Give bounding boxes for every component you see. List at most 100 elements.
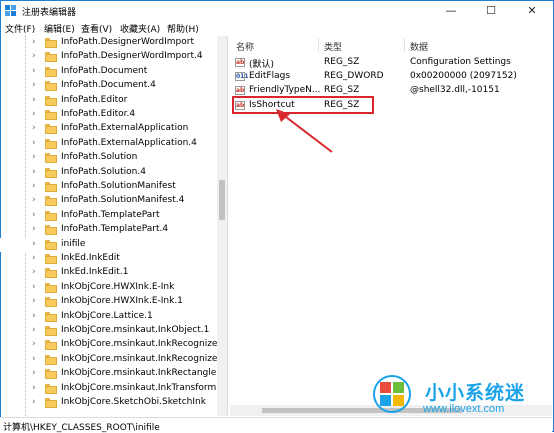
menu-edit[interactable]: 编辑(E) [44, 22, 75, 35]
tree-item[interactable]: › InfoPath.Solution.4 [0, 166, 217, 180]
menu-view[interactable]: 查看(V) [81, 22, 112, 35]
folder-icon [45, 110, 57, 120]
folder-icon [45, 297, 57, 308]
watermark-url: www.ilovext.com [423, 403, 505, 415]
tree-item-label: InfoPath.ExternalApplication.4 [61, 137, 197, 148]
menu-help[interactable]: 帮助(H) [167, 22, 199, 35]
chevron-right-icon[interactable]: › [32, 397, 36, 407]
folder-icon [45, 326, 57, 336]
tree-item-label: InfoPath.SolutionManifest [61, 181, 176, 191]
folder-icon [45, 52, 57, 63]
tree-item-label: InfoPath.Document [61, 65, 148, 76]
folder-icon [45, 210, 57, 221]
tree-item-label: InfoPath.Editor [61, 94, 128, 105]
chevron-right-icon[interactable]: › [32, 325, 36, 335]
chevron-right-icon[interactable]: › [32, 123, 36, 133]
tree-item[interactable]: › InfoPath.Editor.4 [0, 108, 217, 122]
chevron-right-icon[interactable]: › [32, 339, 36, 349]
value-row[interactable]: ab (默认) REG_SZ Configuration Settings [230, 56, 550, 70]
chevron-right-icon[interactable]: › [32, 354, 36, 364]
tree-item[interactable]: › inifile [0, 237, 217, 252]
chevron-right-icon[interactable]: › [32, 37, 36, 47]
chevron-right-icon[interactable]: › [32, 239, 36, 249]
watermark-logo-icon [373, 375, 411, 413]
chevron-right-icon[interactable]: › [32, 311, 36, 321]
tree-item[interactable]: › InfoPath.DesignerWordImport [0, 36, 217, 50]
menu-file[interactable]: 文件(F) [5, 22, 35, 35]
value-data: @shell32.dll,-10151 [410, 85, 500, 95]
chevron-right-icon[interactable]: › [32, 368, 36, 378]
chevron-right-icon[interactable]: › [32, 210, 36, 220]
value-type: REG_DWORD [324, 71, 384, 81]
tree-item[interactable]: › InkEd.InkEdit [0, 252, 217, 266]
tree-item-label: InkEd.InkEdit [61, 253, 120, 263]
column-separator[interactable] [404, 38, 405, 52]
tree-item[interactable]: › InfoPath.ExternalApplication.4 [0, 137, 217, 151]
tree-item[interactable]: › InfoPath.SolutionManifest [0, 180, 217, 194]
tree-scroll-thumb[interactable] [219, 180, 225, 220]
column-header-name[interactable]: 名称 [236, 40, 254, 53]
tree-item-label: InfoPath.SolutionManifest.4 [61, 195, 185, 206]
chevron-right-icon[interactable]: › [32, 383, 36, 393]
maximize-button[interactable]: ☐ [471, 1, 511, 20]
column-separator[interactable] [318, 38, 319, 52]
chevron-right-icon[interactable]: › [32, 253, 36, 263]
status-bar: 计算机\HKEY_CLASSES_ROOT\inifile [0, 417, 552, 433]
folder-icon [45, 95, 57, 106]
column-header-data[interactable]: 数据 [410, 40, 428, 53]
tree-item[interactable]: › InfoPath.ExternalApplication [0, 122, 217, 136]
tree-item[interactable]: › InkObjCore.msinkaut.InkRecognizers. [0, 353, 227, 367]
title-bar[interactable]: 注册表编辑器 — ☐ ✕ [1, 1, 553, 20]
tree-item[interactable]: › InfoPath.Document [0, 65, 217, 79]
tree-item[interactable]: › InkObjCore.msinkaut.InkTransform.1 [0, 382, 225, 396]
tree-item-label: InkObjCore.HWXInk.E-Ink.1 [61, 296, 183, 307]
menu-favorites[interactable]: 收藏夹(A) [120, 22, 160, 35]
tree-item[interactable]: › InkObjCore.HWXInk.E-Ink.1 [0, 295, 217, 309]
chevron-right-icon[interactable]: › [32, 138, 36, 148]
chevron-right-icon[interactable]: › [32, 109, 36, 119]
chevron-right-icon[interactable]: › [32, 66, 36, 76]
value-row[interactable]: 011 EditFlags REG_DWORD 0x00200000 (2097152… [230, 70, 550, 84]
folder-icon [45, 153, 57, 164]
tree-item[interactable]: › InfoPath.DesignerWordImport.4 [0, 50, 217, 64]
chevron-right-icon[interactable]: › [32, 167, 36, 177]
chevron-right-icon[interactable]: › [32, 181, 36, 191]
tree-item-label: InfoPath.DesignerWordImport.4 [61, 51, 203, 62]
tree-item[interactable]: › InkObjCore.msinkaut.InkRectangle.1 [0, 367, 225, 381]
tree-item[interactable]: › InfoPath.TemplatePart [0, 209, 217, 223]
tree-item[interactable]: › InkObjCore.msinkaut.InkRecognizerG [0, 338, 227, 352]
tree-item[interactable]: › InkObjCore.Lattice.1 [0, 310, 217, 324]
close-button[interactable]: ✕ [512, 1, 552, 20]
folder-icon [45, 167, 57, 178]
folder-icon [45, 66, 57, 77]
tree-item[interactable]: › InfoPath.Editor [0, 94, 217, 108]
column-header-type[interactable]: 类型 [324, 40, 342, 53]
folder-icon [45, 124, 57, 135]
tree-item[interactable]: › InfoPath.Solution [0, 151, 217, 165]
value-type: REG_SZ [324, 57, 360, 67]
tree-item[interactable]: › InkObjCore.HWXInk.E-Ink [0, 281, 217, 295]
tree-item[interactable]: › InkObjCore.SketchObi.SketchInk [0, 396, 217, 410]
chevron-right-icon[interactable]: › [32, 267, 36, 277]
tree-item-label: inifile [61, 238, 86, 249]
chevron-right-icon[interactable]: › [32, 152, 36, 162]
chevron-right-icon[interactable]: › [32, 296, 36, 306]
tree-item[interactable]: › InkObjCore.msinkaut.InkObject.1 [0, 324, 217, 338]
tree-vertical-scrollbar[interactable] [217, 36, 227, 416]
chevron-right-icon[interactable]: › [32, 195, 36, 205]
chevron-right-icon[interactable]: › [32, 80, 36, 90]
tree-item-label: InkObjCore.SketchObi.SketchInk [61, 397, 206, 407]
tree-item[interactable]: › InfoPath.TemplatePart.4 [0, 223, 217, 237]
chevron-right-icon[interactable]: › [32, 224, 36, 234]
regedit-app-icon [5, 5, 16, 16]
chevron-right-icon[interactable]: › [32, 95, 36, 105]
folder-icon [45, 239, 57, 250]
tree-item-label: InkObjCore.HWXInk.E-Ink [61, 281, 175, 292]
chevron-right-icon[interactable]: › [32, 51, 36, 61]
folder-icon [45, 354, 57, 365]
chevron-right-icon[interactable]: › [32, 282, 36, 292]
tree-item[interactable]: › InfoPath.Document.4 [0, 79, 217, 93]
tree-item[interactable]: › InkEd.InkEdit.1 [0, 266, 217, 280]
tree-item[interactable]: › InfoPath.SolutionManifest.4 [0, 194, 217, 208]
minimize-button[interactable]: — [431, 1, 471, 20]
